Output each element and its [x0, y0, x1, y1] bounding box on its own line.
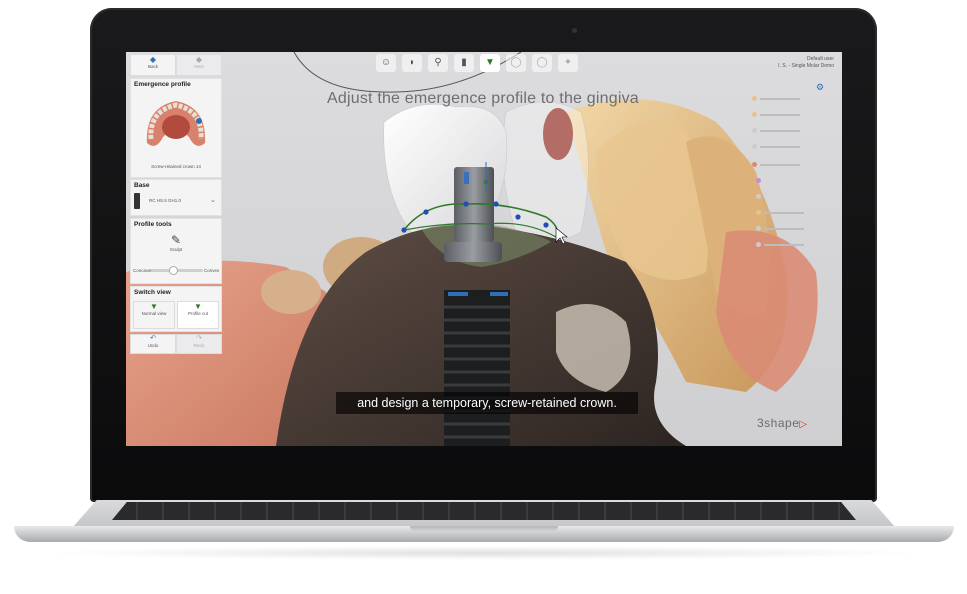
slider-thumb[interactable] [169, 266, 178, 275]
keyboard [112, 502, 856, 520]
base-card: Base RC HS.5 GH1.0 ⌄ [130, 179, 222, 216]
back-arrow-icon: ◆ [149, 55, 157, 64]
emergence-profile-title: Emergence profile [134, 81, 191, 88]
back-label: Back [147, 64, 158, 69]
layer-slider[interactable] [760, 164, 800, 166]
normal-view-icon: ▼ [150, 302, 158, 311]
scene-3d-viewport[interactable] [126, 52, 842, 446]
right-visibility-tools: ⚙ [746, 80, 842, 260]
thumbnail-caption: Screw-retained crown 14 [151, 164, 201, 169]
spline-handle[interactable] [463, 201, 469, 207]
switch-view-title: Switch view [134, 289, 171, 296]
layer-slider[interactable] [764, 228, 804, 230]
concave-label: Concave [133, 268, 151, 273]
mesh-icon[interactable]: ✦ [558, 54, 578, 72]
implant [444, 290, 510, 446]
profile-cut-label: Profile cut [187, 311, 208, 316]
screw-channel [464, 172, 469, 184]
spline-handle[interactable] [423, 209, 429, 215]
user-info: Default user I. S. - Single Molar Demo [778, 56, 834, 70]
next-button[interactable]: ◆ Next [176, 54, 222, 76]
face-icon[interactable]: ☺ [376, 54, 396, 72]
laptop-base [14, 500, 954, 544]
chevron-down-icon[interactable]: ⌄ [210, 196, 216, 204]
undo-label: Undo [147, 343, 159, 348]
profile-cut-button[interactable]: ▼ Profile cut [177, 301, 219, 329]
normal-view-button[interactable]: ▼ Normal view [133, 301, 175, 329]
abutment-icon[interactable]: ⚲ [428, 54, 448, 72]
layer-slider[interactable] [764, 212, 804, 214]
jaw-thumbnail[interactable] [141, 93, 211, 155]
spline-handle[interactable] [493, 201, 499, 207]
layer-icon[interactable] [752, 128, 757, 133]
implant-small-icon [134, 193, 140, 209]
switch-view-card: Switch view ▼ Normal view ▼ Profile cut [130, 286, 222, 332]
sculpt-icon: ✎ [170, 233, 182, 247]
undo-icon: ↶ [150, 335, 156, 342]
normal-view-label: Normal view [141, 311, 167, 316]
layer-icon[interactable] [752, 144, 757, 149]
spline-handle[interactable] [515, 214, 521, 220]
undo-button[interactable]: ↶ Undo [130, 334, 176, 354]
layer-slider[interactable] [760, 146, 800, 148]
redo-button[interactable]: ↷ Redo [176, 334, 222, 354]
workflow-toolbar: ☺ ◗ ⚲ ▮ ▼ ◯ ◯ ✦ [376, 54, 596, 74]
neighbor-tooth-outline [502, 101, 589, 243]
sculpt-button[interactable]: ✎ Sculpt [165, 233, 187, 259]
video-subtitle: and design a temporary, screw-retained c… [336, 392, 638, 414]
base-value[interactable]: RC HS.5 GH1.0 [149, 198, 181, 203]
redo-label: Redo [193, 343, 205, 348]
app-screen: ◆ Back ◆ Next Emergence profile Screw-re… [126, 52, 842, 446]
emergence-icon[interactable]: ▼ [480, 54, 500, 72]
layer-slider[interactable] [760, 98, 800, 100]
profile-tools-card: Profile tools ✎ Sculpt Concave Convex [130, 218, 222, 284]
spline-handle[interactable] [543, 222, 549, 228]
convex-label: Convex [204, 268, 220, 273]
layer-icon[interactable] [756, 178, 761, 183]
crown-icon[interactable]: ◗ [402, 54, 422, 72]
layer-icon[interactable] [752, 112, 757, 117]
layer-icon[interactable] [752, 162, 757, 167]
layer-slider[interactable] [764, 244, 804, 246]
tooth-outline-icon[interactable]: ◯ [506, 54, 526, 72]
profile-tools-title: Profile tools [134, 221, 172, 228]
layer-icon[interactable] [756, 210, 761, 215]
next-arrow-icon: ◆ [195, 55, 203, 64]
case-name: I. S. - Single Molar Demo [778, 63, 834, 69]
sculpt-label: Sculpt [169, 247, 183, 252]
profile-cut-icon: ▼ [194, 302, 202, 311]
layer-icon[interactable] [752, 96, 757, 101]
left-panel: ◆ Back ◆ Next Emergence profile Screw-re… [130, 54, 222, 354]
emergence-profile-card: Emergence profile Screw-retained crown 1… [130, 78, 222, 178]
brand-triangle-icon: ▷ [799, 419, 808, 430]
layer-icon[interactable] [756, 242, 761, 247]
user-name: Default user [807, 56, 834, 62]
brand-logo: 3shape▷ [757, 416, 808, 430]
layer-slider[interactable] [760, 130, 800, 132]
webcam [572, 28, 577, 33]
layer-icon[interactable] [756, 226, 761, 231]
spline-handle[interactable] [401, 227, 407, 233]
layer-slider[interactable] [760, 114, 800, 116]
settings-icon[interactable]: ⚙ [816, 82, 824, 93]
layer-icon[interactable] [756, 194, 761, 199]
lower-tooth [261, 270, 321, 314]
base-title: Base [134, 182, 150, 189]
next-label: Next [194, 64, 204, 69]
redo-icon: ↷ [196, 335, 202, 342]
instruction-text: Adjust the emergence profile to the ging… [327, 90, 639, 107]
lid-notch [410, 526, 558, 532]
laptop-shadow [40, 546, 930, 560]
back-button[interactable]: ◆ Back [130, 54, 176, 76]
implant-icon[interactable]: ▮ [454, 54, 474, 72]
tooth-outline-2-icon[interactable]: ◯ [532, 54, 552, 72]
abutment-base [444, 242, 502, 262]
brand-name: 3shape [757, 416, 800, 430]
